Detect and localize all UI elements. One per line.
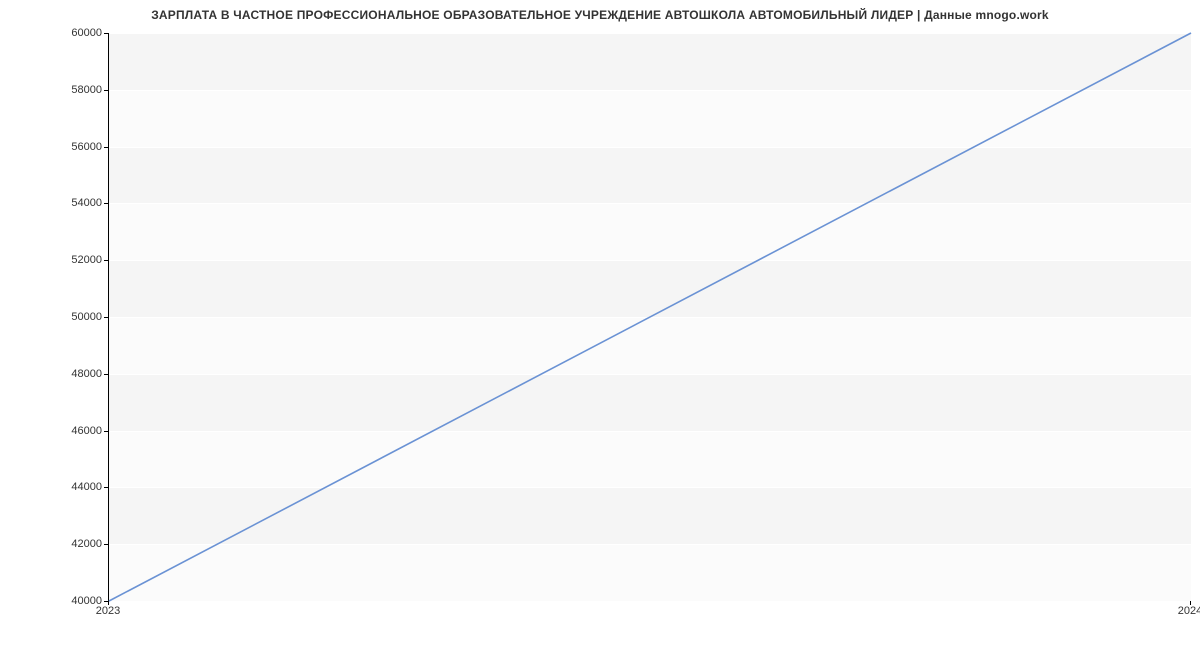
y-tick-label: 46000 bbox=[52, 425, 102, 437]
line-series bbox=[109, 33, 1191, 601]
x-tick-label: 2024 bbox=[1178, 605, 1200, 617]
gridline bbox=[109, 601, 1191, 602]
y-tick-label: 50000 bbox=[52, 311, 102, 323]
y-tick-mark bbox=[104, 374, 108, 375]
chart-title: ЗАРПЛАТА В ЧАСТНОЕ ПРОФЕССИОНАЛЬНОЕ ОБРА… bbox=[0, 8, 1200, 22]
y-tick-label: 42000 bbox=[52, 538, 102, 550]
y-tick-label: 60000 bbox=[52, 27, 102, 39]
series-line bbox=[109, 33, 1191, 601]
y-tick-mark bbox=[104, 431, 108, 432]
y-tick-label: 44000 bbox=[52, 481, 102, 493]
y-tick-label: 54000 bbox=[52, 197, 102, 209]
y-tick-label: 58000 bbox=[52, 84, 102, 96]
y-tick-mark bbox=[104, 260, 108, 261]
y-tick-mark bbox=[104, 317, 108, 318]
y-tick-label: 56000 bbox=[52, 141, 102, 153]
y-tick-mark bbox=[104, 487, 108, 488]
y-tick-mark bbox=[104, 33, 108, 34]
x-tick-mark bbox=[1190, 601, 1191, 605]
y-tick-mark bbox=[104, 203, 108, 204]
y-tick-label: 40000 bbox=[52, 595, 102, 607]
chart-container: ЗАРПЛАТА В ЧАСТНОЕ ПРОФЕССИОНАЛЬНОЕ ОБРА… bbox=[0, 0, 1200, 650]
y-tick-label: 52000 bbox=[52, 254, 102, 266]
x-tick-label: 2023 bbox=[96, 605, 120, 617]
y-tick-mark bbox=[104, 147, 108, 148]
x-tick-mark bbox=[108, 601, 109, 605]
plot-area bbox=[108, 33, 1191, 602]
y-tick-label: 48000 bbox=[52, 368, 102, 380]
y-tick-mark bbox=[104, 544, 108, 545]
y-tick-mark bbox=[104, 90, 108, 91]
